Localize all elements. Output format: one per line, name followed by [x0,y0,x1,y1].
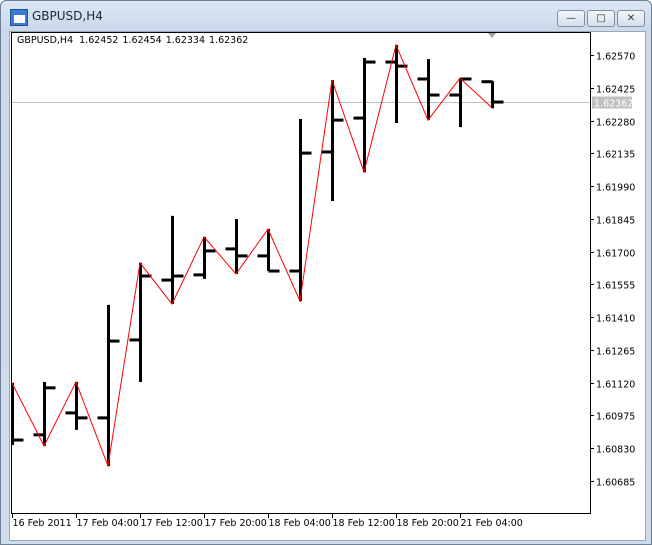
price-tick-label: 1.61120 [596,380,635,391]
time-tick-label: 17 Feb 12:00 [141,518,203,529]
price-axis[interactable]: 1.62570 1.62425 1.62280 1.62135 1.61990 1.618… [590,52,635,489]
price-tick-label: 1.61845 [596,216,635,227]
ohlc-bar [161,215,184,305]
ohlc-bar [353,57,376,173]
price-tick-label: 1.61555 [596,281,635,292]
price-tick-label: 1.61265 [596,347,635,358]
chart-info-label: GBPUSD,H4 1.62452 1.62454 1.62334 1.62362 [17,35,248,46]
bid-line-group: 1.62362 [12,96,633,110]
ohlc-bars [11,45,504,467]
time-tick-label: 16 Feb 2011 [13,518,72,529]
ohlc-bar [11,382,24,445]
ohlc-bar [321,80,344,201]
ohlc-bar [33,381,56,446]
price-tick-label: 1.60830 [596,445,635,456]
ohlc-bar [289,118,312,302]
price-tick-label: 1.62280 [596,118,635,129]
price-tick-label: 1.62570 [596,52,635,63]
bid-price-label: 1.62362 [594,99,633,110]
info-symbol: GBPUSD,H4 [17,35,73,46]
time-tick-label: 18 Feb 04:00 [269,518,331,529]
ohlc-bar [129,262,152,382]
time-tick-label: 17 Feb 04:00 [77,518,139,529]
info-close: 1.62362 [209,35,248,46]
ohlc-bar [385,45,408,124]
ohlc-bar [193,236,216,279]
time-axis[interactable]: 16 Feb 2011 17 Feb 04:00 17 Feb 12:00 17 Fe… [12,513,523,529]
time-tick-label: 18 Feb 20:00 [397,518,459,529]
price-tick-label: 1.61410 [596,314,635,325]
price-tick-label: 1.60975 [596,412,635,423]
zigzag-indicator [11,43,493,468]
price-chart[interactable]: GBPUSD,H4 1.62452 1.62454 1.62334 1.62362 1.… [0,0,652,545]
ohlc-bar [97,304,120,467]
price-tick-label: 1.62425 [596,85,635,96]
ohlc-bar [257,229,280,273]
price-tick-label: 1.62135 [596,150,635,161]
zigzag-line [11,43,493,468]
time-tick-label: 18 Feb 12:00 [333,518,395,529]
info-high: 1.62454 [122,35,161,46]
price-tick-label: 1.61700 [596,249,635,260]
price-tick-label: 1.61990 [596,183,635,194]
ohlc-bar [417,59,440,121]
info-open: 1.62452 [79,35,118,46]
time-tick-label: 21 Feb 04:00 [461,518,523,529]
price-tick-label: 1.60685 [596,478,635,489]
ohlc-bar [481,80,504,109]
ohlc-bar [65,381,88,430]
info-low: 1.62334 [166,35,205,46]
chart-shift-marker-icon[interactable] [488,33,496,38]
time-tick-label: 17 Feb 20:00 [205,518,267,529]
